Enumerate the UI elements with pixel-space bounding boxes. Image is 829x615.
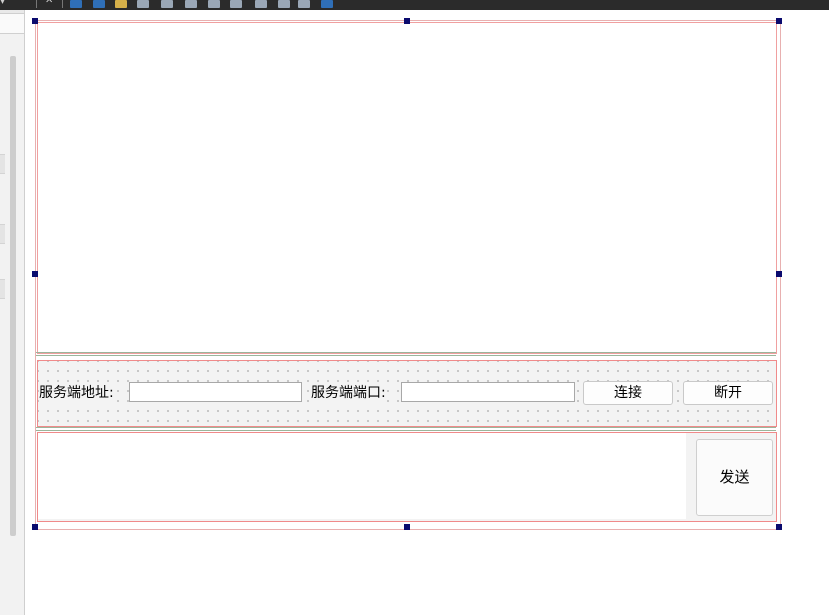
layout-grid-icon[interactable] — [278, 0, 290, 8]
toolbar-separator — [62, 0, 63, 8]
toolbar-arrow-glyph: ▾ — [0, 0, 6, 7]
resize-handle[interactable] — [404, 18, 410, 24]
splitter-line — [36, 427, 776, 428]
panel-category-marker — [0, 279, 5, 299]
layout-form-icon[interactable] — [255, 0, 267, 8]
layout-vertical-icon[interactable] — [93, 0, 105, 8]
layout-split-vertical-icon[interactable] — [230, 0, 242, 8]
resize-handle[interactable] — [32, 524, 38, 530]
panel-scrollbar[interactable] — [10, 56, 16, 536]
close-icon[interactable]: ✕ — [45, 0, 53, 6]
resize-handle[interactable] — [404, 524, 410, 530]
adjust-size-icon[interactable] — [321, 0, 333, 8]
widget-box-header — [0, 14, 24, 34]
splitter-line — [36, 355, 776, 356]
edit-buddies-icon[interactable] — [137, 0, 149, 8]
connect-button[interactable]: 连接 — [583, 381, 673, 405]
layout-split-horizontal-icon[interactable] — [208, 0, 220, 8]
disconnect-button[interactable]: 断开 — [683, 381, 773, 405]
layout-rows-icon[interactable] — [185, 0, 197, 8]
message-display-area — [37, 22, 777, 354]
server-address-input[interactable] — [129, 382, 302, 402]
send-button[interactable]: 发送 — [696, 439, 773, 516]
panel-category-marker — [0, 154, 5, 174]
layout-horizontal-icon[interactable] — [70, 0, 82, 8]
resize-handle[interactable] — [32, 271, 38, 277]
resize-handle[interactable] — [776, 524, 782, 530]
resize-handle[interactable] — [32, 18, 38, 24]
resize-handle[interactable] — [776, 18, 782, 24]
break-layout-icon[interactable] — [298, 0, 310, 8]
server-port-input[interactable] — [401, 382, 575, 402]
edit-tab-order-icon[interactable] — [115, 0, 127, 8]
message-input[interactable] — [38, 433, 686, 519]
designer-toolbar: ▾ ✕ — [0, 0, 829, 10]
server-port-label: 服务端端口: — [311, 384, 386, 402]
editor-active-tab — [24, 10, 829, 14]
toolbar-separator — [36, 0, 37, 8]
splitter-line — [36, 352, 776, 353]
widget-box-panel — [0, 14, 25, 615]
resize-handle[interactable] — [776, 271, 782, 277]
splitter-line — [36, 430, 776, 431]
layout-columns-icon[interactable] — [161, 0, 173, 8]
panel-category-marker — [0, 224, 5, 244]
server-address-label: 服务端地址: — [39, 384, 114, 402]
